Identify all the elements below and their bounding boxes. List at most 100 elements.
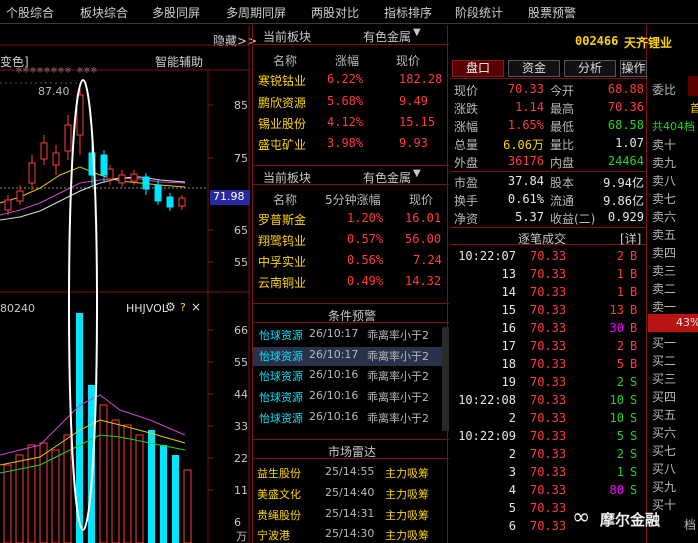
tick-volume: 30 [609,321,624,335]
tab-analysis[interactable]: 分析 [564,60,616,77]
radar-row[interactable]: 美盛文化 25/14:40 主力吸筹 [253,486,443,504]
radar-row[interactable]: 益生股份 25/14:55 主力吸筹 [253,465,443,483]
radar-title: 市场雷达 [328,445,377,459]
sector2-row-name[interactable]: 中孚实业 [258,253,306,270]
alerts-scrollbar[interactable] [442,327,449,431]
quote-label: 最低 [550,120,575,134]
quote-value: 1.65% [507,118,544,132]
fund-label: 流通 [550,194,575,208]
tick-row: 4 70.33 80 S [450,483,647,501]
buy-level-label: 买八 [652,462,677,476]
volume-indicator-name[interactable]: HHJVOL [126,302,168,315]
tick-volume: 5 [616,429,624,443]
sector1-row-price: 9.93 [399,136,428,150]
fund-value: 37.84 [507,174,544,188]
tick-volume: 2 [616,339,624,353]
stock-name: 天齐锂业 [624,36,673,50]
buy-level-label: 买三 [652,372,677,386]
tick-price: 70.33 [530,465,567,479]
tab-indicator-sort[interactable]: 指标排序 [384,4,432,21]
tick-volume: 2 [616,447,624,461]
sector2-row-pct: 0.49% [347,274,384,288]
sector1-row-name[interactable]: 鹏欣资源 [258,94,306,111]
buy-level-label: 买五 [652,408,677,422]
tick-volume: 1 [616,285,624,299]
sector2-filter[interactable]: 有色金属 [363,169,411,186]
vol-axis-44: 44 [234,388,248,401]
sell-level-label: 卖三 [652,264,677,278]
quote-label: 现价 [454,84,479,98]
alert-row-name: 怡球资源 [259,370,303,383]
ticks-detail-button[interactable]: [详] [620,230,641,247]
quote-row: 涨跌 1.14 最高 70.36 [450,100,647,118]
radar-row-msg: 主力吸筹 [385,509,429,522]
sell-level-label: 卖二 [652,282,677,296]
tick-side: B [630,249,638,263]
alert-row-time: 26/10:16 [309,389,359,402]
tick-side: S [630,465,638,479]
tab-funds[interactable]: 资金 [508,60,560,77]
sector2-row-name[interactable]: 翔鹭钨业 [258,232,306,249]
radar-row[interactable]: 贵绳股份 25/14:31 主力吸筹 [253,507,443,525]
alert-row-name: 怡球资源 [259,350,303,363]
tick-time: 18 [501,357,516,371]
tick-time: 2 [508,411,516,425]
tick-side: B [630,339,638,353]
tab-sector-overview[interactable]: 板块综合 [80,4,128,21]
question-icon[interactable]: ? [180,301,186,314]
gear-icon[interactable]: ⚙ [165,300,176,314]
sector1-row-name[interactable]: 寒锐钴业 [258,72,306,89]
alert-row-time: 26/10:16 [309,368,359,381]
radar-row-time: 25/14:31 [325,507,375,520]
tick-side: S [630,411,638,425]
sector1-row-name[interactable]: 锡业股份 [258,115,306,132]
sector1-row-pct: 3.98% [327,136,364,150]
tab-stock-alert[interactable]: 股票预警 [528,4,576,21]
chevron-down-icon[interactable]: ▼ [413,27,421,38]
alert-row[interactable]: 怡球资源 26/10:17 乖离率小于2 [253,327,443,346]
tab-compare[interactable]: 两股对比 [311,4,359,21]
tick-price: 70.33 [530,393,567,407]
radar-row-name: 益生股份 [257,467,301,480]
fund-value: 0.61% [507,192,544,206]
tab-multi-period[interactable]: 多周期同屏 [226,4,286,21]
fund-label: 收益(二) [550,212,596,226]
sector1-row-name[interactable]: 盛屯矿业 [258,136,306,153]
alert-row[interactable]: 怡球资源 26/10:16 乖离率小于2 [253,389,443,408]
kline-svg [0,25,250,543]
sell-level-label: 卖八 [652,174,677,188]
chevron-down-icon[interactable]: ▼ [413,168,421,179]
tab-order-book[interactable]: 盘口 [452,60,504,77]
close-icon[interactable]: × [191,300,201,314]
tick-time: 10:22:09 [458,429,516,443]
vol-axis-22: 22 [234,452,248,465]
tab-stage-stats[interactable]: 阶段统计 [455,4,503,21]
radar-row[interactable]: 宁波港 25/14:30 主力吸筹 [253,527,443,543]
alert-row-msg: 乖离率小于2 [367,350,429,363]
tick-row: 15 70.33 13 B [450,303,647,321]
alert-row[interactable]: 怡球资源 26/10:16 乖离率小于2 [253,368,443,387]
sector2-header-pct: 5分钟涨幅 [325,193,381,207]
sector1-row-pct: 6.22% [327,72,364,86]
vol-unit: 万 [236,530,247,543]
vol-axis-11: 11 [234,484,248,497]
kline-chart-panel[interactable]: 变色] 智能辅助 隐藏>> ******** *** 87.40 85 75 6… [0,25,257,543]
tab-stock-overview[interactable]: 个股综合 [6,4,54,21]
sector2-row-name[interactable]: 罗普斯金 [258,211,306,228]
tick-row: 13 70.33 1 B [450,267,647,285]
stock-code: 002466 [575,34,619,48]
sector2-row-name[interactable]: 云南铜业 [258,274,306,291]
tab-multi-stock[interactable]: 多股同屏 [152,4,200,21]
alerts-title: 条件预警 [328,309,377,323]
fund-value: 5.37 [515,210,544,224]
radar-row-time: 25/14:40 [325,486,375,499]
orderbook-total: 共404档 [652,120,695,133]
quote-row: 外盘 36176 内盘 24464 [450,154,647,172]
quote-value: 1.07 [615,136,644,150]
tick-volume: 2 [616,249,624,263]
sector1-filter[interactable]: 有色金属 [363,28,411,45]
tab-operation[interactable]: 操作 [620,60,647,77]
alert-row[interactable]: 怡球资源 26/10:16 乖离率小于2 [253,410,443,429]
alert-row-selected[interactable]: 怡球资源 26/10:17 乖离率小于2 [253,347,443,366]
buy-level-label: 买二 [652,354,677,368]
